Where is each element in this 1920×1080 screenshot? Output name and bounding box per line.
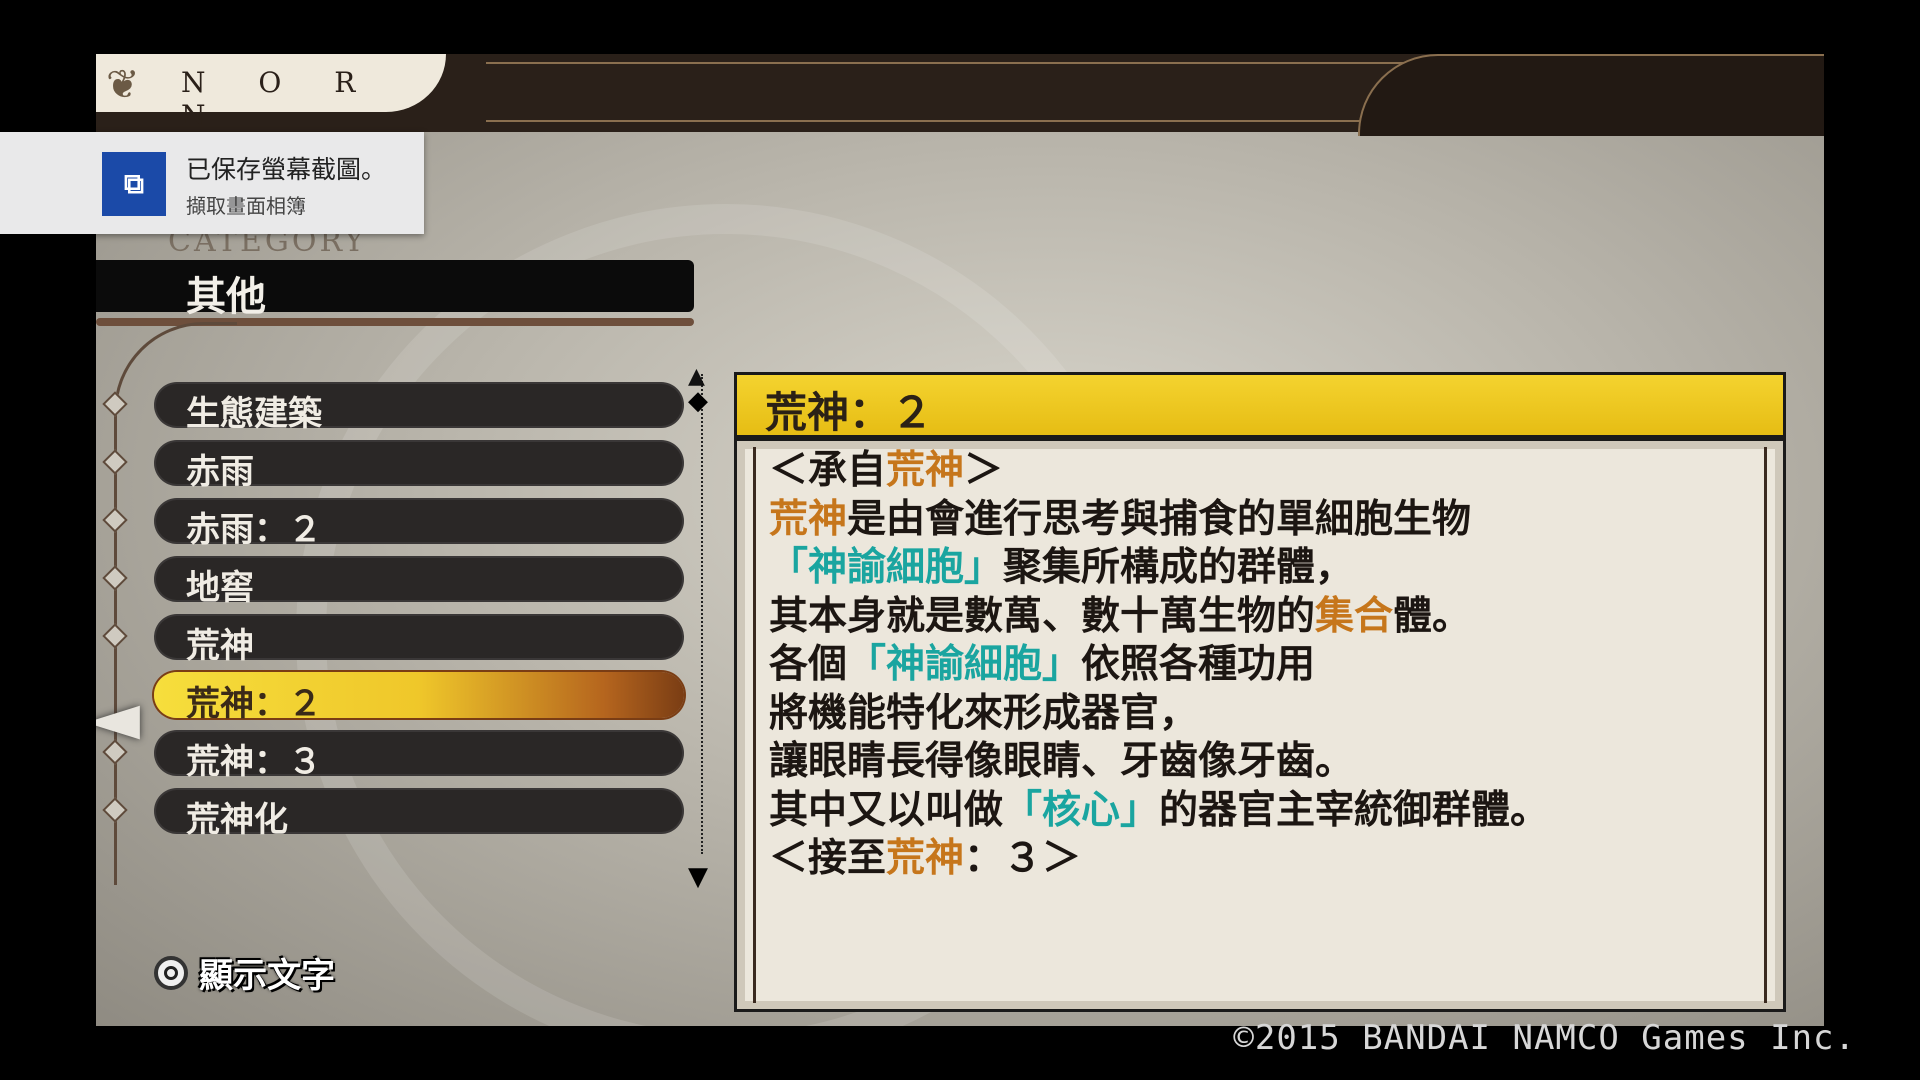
detail-title: 荒神：２: [765, 388, 934, 437]
detail-line: ＜承自荒神＞: [769, 447, 1549, 496]
list-item-label: 荒神：２: [186, 684, 322, 724]
norn-header-tab: ❦ N O R N: [96, 54, 446, 132]
list-item-label: 赤雨：２: [186, 510, 322, 550]
screenshot-notification: ⧉ 已保存螢幕截圖。 擷取畫面相簿: [0, 132, 424, 234]
circle-button-icon: [154, 955, 188, 990]
top-bar-arc: [1358, 54, 1824, 136]
scrollbar-track[interactable]: [701, 374, 703, 854]
detail-text-segment: ＜接至: [769, 836, 887, 881]
detail-text-segment: 依照各種功用: [1081, 642, 1316, 687]
detail-title-bar: 荒神：２: [734, 372, 1786, 438]
list-item[interactable]: 赤雨：２: [102, 498, 684, 550]
list-item[interactable]: 地窖: [102, 556, 684, 608]
detail-line: 「神諭細胞」聚集所構成的群體，: [769, 544, 1549, 593]
detail-line: 讓眼睛長得像眼睛、牙齒像牙齒。: [769, 738, 1549, 787]
list-item-selected[interactable]: 荒神：２: [154, 672, 684, 724]
detail-text-segment: 其本身就是數萬、數十萬生物的: [769, 593, 1316, 639]
highlight-term: 荒神: [886, 836, 965, 881]
detail-text-segment: 是由會進行思考與捕食的單細胞生物: [847, 496, 1472, 542]
list-item-label: 荒神：３: [186, 742, 322, 782]
highlight-term: 「神諭細胞」: [769, 545, 1004, 590]
notification-subtitle: 擷取畫面相簿: [186, 194, 306, 218]
norn-title: N O R N: [181, 66, 378, 132]
detail-line: 將機能特化來形成器官，: [769, 690, 1549, 739]
list-item[interactable]: 荒神: [102, 614, 684, 666]
prompt-label: 顯示文字: [199, 956, 336, 996]
list-item-label: 荒神: [186, 626, 254, 666]
highlight-term: 荒神: [886, 448, 965, 493]
detail-text-segment: 聚集所構成的群體，: [1003, 545, 1355, 590]
list-item-label: 赤雨: [186, 452, 254, 492]
detail-text-segment: ＜承自: [769, 448, 887, 493]
detail-text-segment: ＞: [964, 448, 1004, 493]
notification-title: 已保存螢幕截圖。: [186, 155, 387, 184]
detail-line: 其中又以叫做「核心」的器官主宰統御群體。: [769, 787, 1549, 836]
detail-line: 各個「神諭細胞」依照各種功用: [769, 641, 1549, 690]
list-item[interactable]: 赤雨: [102, 440, 684, 492]
highlight-term: 荒神: [769, 496, 848, 542]
top-bar-rule-lower: [486, 120, 1456, 122]
scroll-thumb-icon[interactable]: ◆: [688, 386, 708, 416]
highlight-term: 集合: [1315, 593, 1394, 639]
category-value: 其他: [186, 274, 266, 320]
highlight-term: 「核心」: [1003, 787, 1160, 833]
detail-text-segment: 的器官主宰統御群體。: [1159, 787, 1550, 833]
fleur-leaf-icon: ❦: [106, 62, 140, 108]
detail-panel: ＜承自荒神＞ 荒神是由會進行思考與捕食的單細胞生物 「神諭細胞」聚集所構成的群體，其…: [734, 438, 1786, 1012]
category-bar: 其他: [96, 260, 694, 320]
copyright-text: ©2015 BANDAI NAMCO Games Inc.: [1233, 1018, 1856, 1058]
list-item-label: 地窖: [186, 568, 254, 608]
list-item-label: 荒神化: [186, 800, 288, 840]
detail-text-segment: 讓眼睛長得像眼睛、牙齒像牙齒。: [769, 739, 1355, 784]
detail-text-segment: 各個: [769, 642, 848, 687]
show-text-prompt[interactable]: 顯示文字: [154, 948, 335, 997]
wolf-cursor-icon: ◀: [96, 694, 140, 745]
detail-text-segment: 其中又以叫做: [769, 787, 1004, 833]
list-item[interactable]: 荒神化: [102, 788, 684, 840]
detail-line: 其本身就是數萬、數十萬生物的集合體。: [769, 593, 1549, 642]
list-item[interactable]: 荒神：３: [102, 730, 684, 782]
highlight-term: 「神諭細胞」: [847, 642, 1082, 687]
detail-text-segment: ：３＞: [964, 836, 1082, 881]
detail-line: ＜接至荒神：３＞: [769, 835, 1549, 884]
list-item[interactable]: 生態建築: [102, 382, 684, 434]
detail-text: ＜承自荒神＞ 荒神是由會進行思考與捕食的單細胞生物 「神諭細胞」聚集所構成的群體，其…: [769, 447, 1549, 884]
list-item-label: 生態建築: [186, 394, 322, 434]
detail-line: 荒神是由會進行思考與捕食的單細胞生物: [769, 496, 1549, 545]
playstation-share-icon: ⧉: [102, 152, 166, 216]
detail-text-segment: 將機能特化來形成器官，: [769, 690, 1199, 736]
scroll-down-icon[interactable]: ▼: [688, 862, 708, 892]
detail-text-segment: 體。: [1393, 593, 1472, 639]
